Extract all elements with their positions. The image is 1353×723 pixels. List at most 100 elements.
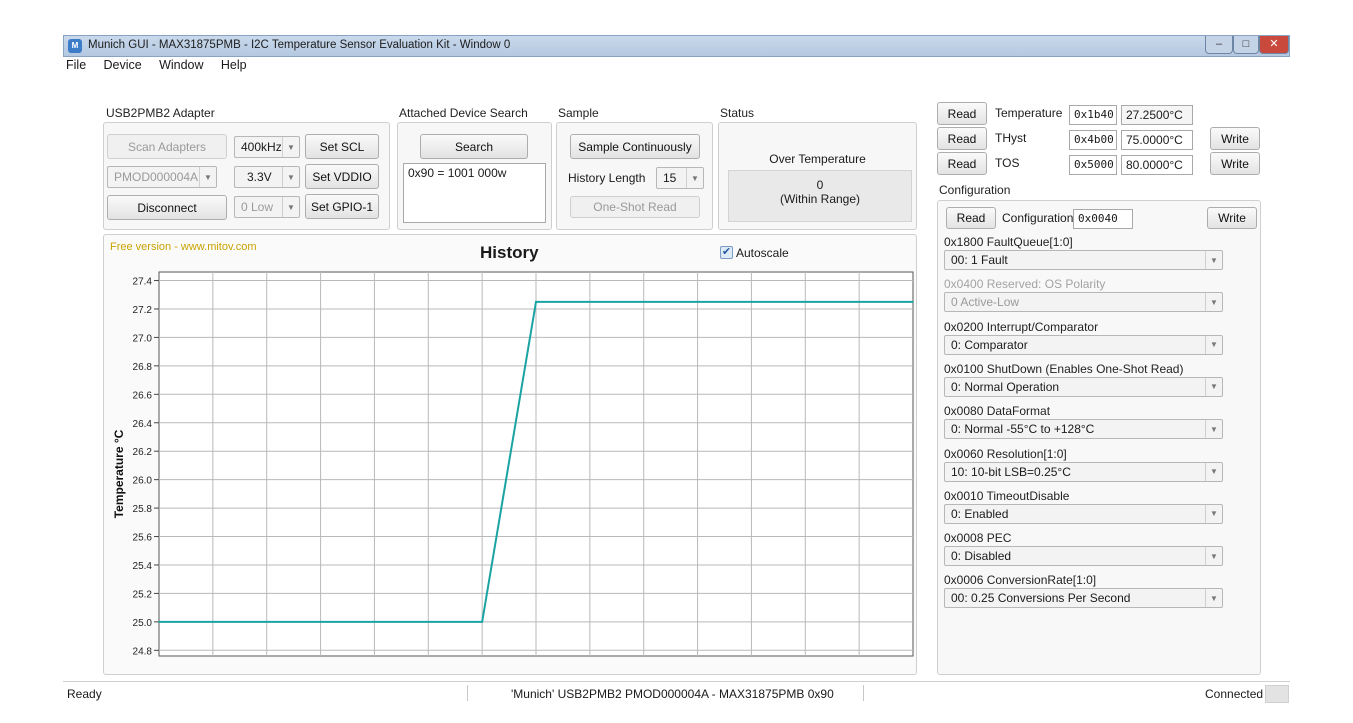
config-field-label: 0x0008 PEC — [944, 531, 1012, 546]
statusbar-indicator — [1265, 685, 1289, 703]
config-field-label: 0x0060 Resolution[1:0] — [944, 446, 1067, 461]
chevron-down-icon: ▼ — [1205, 504, 1222, 523]
search-button[interactable]: Search — [420, 134, 528, 159]
write-tos-button[interactable]: Write — [1210, 152, 1260, 175]
chevron-down-icon: ▼ — [1205, 462, 1222, 481]
minimize-button[interactable]: – — [1205, 36, 1233, 54]
set-vddio-button[interactable]: Set VDDIO — [305, 164, 379, 189]
config-field-select[interactable]: 00: 1 Fault ▼ — [944, 250, 1223, 270]
chart-data-point — [481, 621, 483, 623]
scl-select[interactable]: 400kHz ▼ — [234, 136, 300, 158]
read-tos-button[interactable]: Read — [937, 152, 987, 175]
chevron-down-icon: ▼ — [282, 197, 299, 217]
config-field-value: 0: Normal Operation — [951, 379, 1060, 394]
config-field-label: 0x0010 TimeoutDisable — [944, 488, 1070, 503]
chevron-down-icon: ▼ — [686, 168, 703, 188]
temperature-value-field: 27.2500°C — [1121, 105, 1193, 125]
history-length-label: History Length — [568, 171, 646, 185]
config-field-select[interactable]: 0 Active-Low ▼ — [944, 292, 1223, 313]
tos-hex-field[interactable]: 0x5000 — [1069, 155, 1117, 175]
config-field-select[interactable]: 0: Comparator ▼ — [944, 334, 1223, 355]
tos-value-field[interactable]: 80.0000°C — [1121, 155, 1193, 175]
config-field-select[interactable]: 00: 0.25 Conversions Per Second ▼ — [944, 588, 1223, 609]
autoscale-label: Autoscale — [736, 246, 789, 260]
menu-help[interactable]: Help — [221, 58, 247, 72]
autoscale-checkbox[interactable]: ✔ — [720, 246, 733, 259]
read-thyst-button[interactable]: Read — [937, 127, 987, 150]
chevron-down-icon: ▼ — [1205, 251, 1222, 269]
chevron-down-icon: ▼ — [282, 137, 299, 157]
configuration-section-title: Configuration — [939, 183, 1011, 197]
status-heading: Over Temperature — [769, 152, 866, 166]
sample-section-title: Sample — [558, 106, 599, 120]
close-button[interactable]: ✕ — [1259, 36, 1289, 54]
menu-window[interactable]: Window — [159, 58, 203, 72]
device-search-section-title: Attached Device Search — [399, 106, 528, 120]
config-field-select[interactable]: 0: Normal Operation ▼ — [944, 376, 1223, 397]
device-search-result-item: 0x90 = 1001 000w — [408, 166, 507, 180]
config-field-value: 0: Enabled — [951, 506, 1009, 521]
chart-data-point — [912, 301, 914, 303]
statusbar-connected: Connected — [1205, 687, 1264, 701]
window-title: Munich GUI - MAX31875PMB - I2C Temperatu… — [88, 39, 511, 51]
adapter-select[interactable]: PMOD000004A ▼ — [107, 166, 217, 188]
temperature-hex-field[interactable]: 0x1b40 — [1069, 105, 1117, 125]
config-field-select[interactable]: 0: Disabled ▼ — [944, 546, 1223, 567]
chevron-down-icon: ▼ — [1205, 589, 1222, 608]
chart-y-tick-label: 26.0 — [133, 476, 153, 487]
chart-y-tick-label: 24.8 — [133, 646, 153, 657]
chart-y-tick-label: 25.0 — [133, 618, 153, 629]
sample-continuously-button[interactable]: Sample Continuously — [570, 134, 700, 159]
history-length-select[interactable]: 15 ▼ — [656, 167, 704, 189]
config-field-label: 0x0080 DataFormat — [944, 404, 1051, 419]
chevron-down-icon: ▼ — [1205, 335, 1222, 354]
config-field-label: 0x1800 FaultQueue[1:0] — [944, 235, 1073, 249]
watermark: Free version - www.mitov.com — [110, 241, 257, 253]
thyst-hex-field[interactable]: 0x4b00 — [1069, 130, 1117, 150]
chart-grid — [158, 271, 914, 657]
adapter-select-value: PMOD000004A — [114, 170, 199, 184]
config-field-value: 10: 10-bit LSB=0.25°C — [951, 464, 1071, 479]
read-configuration-button[interactable]: Read — [946, 207, 996, 229]
config-field-value: 0 Active-Low — [951, 295, 1020, 310]
status-value: 0 — [816, 178, 824, 192]
adapter-section-title: USB2PMB2 Adapter — [106, 106, 215, 120]
status-bar: Ready 'Munich' USB2PMB2 PMOD000004A - MA… — [63, 681, 1290, 706]
set-scl-button[interactable]: Set SCL — [305, 134, 379, 159]
write-configuration-button[interactable]: Write — [1207, 207, 1257, 229]
menu-file[interactable]: File — [66, 58, 86, 72]
chevron-down-icon: ▼ — [1205, 420, 1222, 439]
statusbar-connection-info: 'Munich' USB2PMB2 PMOD000004A - MAX31875… — [511, 687, 834, 701]
menu-device[interactable]: Device — [104, 58, 142, 72]
app-icon: M — [68, 39, 82, 53]
chart-y-tick-label: 27.4 — [133, 277, 153, 288]
config-field-select[interactable]: 10: 10-bit LSB=0.25°C ▼ — [944, 461, 1223, 482]
vddio-select[interactable]: 3.3V ▼ — [234, 166, 300, 188]
one-shot-read-button[interactable]: One-Shot Read — [570, 196, 700, 218]
thyst-value-field[interactable]: 75.0000°C — [1121, 130, 1193, 150]
disconnect-button[interactable]: Disconnect — [107, 195, 227, 220]
scan-adapters-button[interactable]: Scan Adapters — [107, 134, 227, 159]
configuration-hex-field[interactable]: 0x0040 — [1073, 209, 1133, 229]
status-indicator: 0 (Within Range) — [728, 170, 912, 222]
config-field-value: 0: Normal -55°C to +128°C — [951, 422, 1095, 437]
config-field-select[interactable]: 0: Normal -55°C to +128°C ▼ — [944, 419, 1223, 440]
chevron-down-icon: ▼ — [282, 167, 299, 187]
statusbar-divider — [863, 685, 864, 701]
write-thyst-button[interactable]: Write — [1210, 127, 1260, 150]
gpio-select-value: 0 Low — [241, 200, 274, 214]
set-gpio-button[interactable]: Set GPIO-1 — [305, 194, 379, 219]
chart-y-tick-label: 26.2 — [133, 447, 153, 458]
scl-select-value: 400kHz — [241, 140, 282, 154]
config-field-value: 00: 0.25 Conversions Per Second — [951, 591, 1131, 606]
status-range: (Within Range) — [779, 192, 861, 206]
config-field-select[interactable]: 0: Enabled ▼ — [944, 503, 1223, 524]
maximize-button[interactable]: □ — [1233, 36, 1259, 54]
chart-y-ticks: 27.4 27.2 27.0 26.8 26.6 26.4 26.2 26.0 25.8 25.6… — [133, 277, 159, 657]
read-temperature-button[interactable]: Read — [937, 102, 987, 125]
config-field-value: 0: Comparator — [951, 337, 1028, 352]
status-section-title: Status — [720, 106, 755, 120]
chevron-down-icon: ▼ — [199, 167, 216, 187]
gpio-select[interactable]: 0 Low ▼ — [234, 196, 300, 218]
device-search-results[interactable]: 0x90 = 1001 000w — [403, 163, 546, 223]
